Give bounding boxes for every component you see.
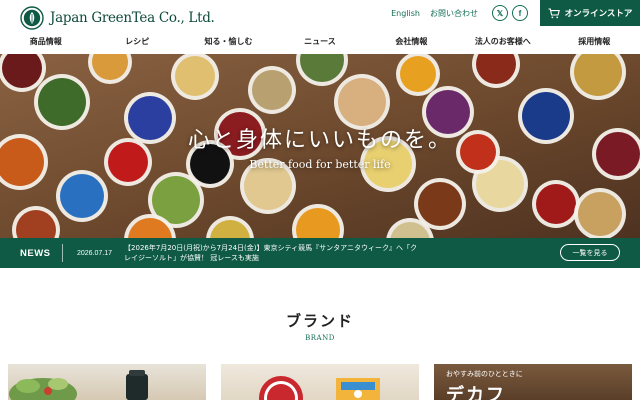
english-link[interactable]: English	[391, 9, 420, 18]
logo-emblem-icon	[20, 6, 44, 30]
brand-subtitle: BRAND	[305, 334, 335, 342]
decaf-card-title: デカフ	[446, 385, 506, 400]
cart-icon	[548, 7, 560, 18]
decaf-card-copy: おやすみ前のひとときに	[446, 370, 523, 378]
brand-section-heading: ブランド BRAND	[0, 310, 640, 342]
news-headline-link[interactable]: 【2026年7月20日(月祝)から7月24日(金)】東京シティ競馬『サンタアニタ…	[124, 243, 420, 263]
site-header: Japan GreenTea Co., Ltd. English お問い合わせ …	[0, 0, 640, 54]
salad-photo-image	[9, 370, 148, 400]
online-store-button[interactable]: オンラインストア	[540, 0, 640, 26]
brand-card-decaf[interactable]: おやすみ前のひとときに デカフ	[434, 364, 632, 400]
nav-item-news[interactable]: ニュース	[274, 32, 365, 52]
online-store-label: オンラインストア	[564, 9, 633, 19]
site-logo[interactable]: Japan GreenTea Co., Ltd.	[20, 6, 215, 30]
hero-copy: 心と身体にいいものを。 Better food for better life	[0, 122, 640, 171]
tea-cup-liquid	[38, 78, 86, 126]
nav-item-recipes[interactable]: レシピ	[91, 32, 182, 52]
news-divider	[62, 244, 63, 262]
tea-cup-liquid	[418, 182, 462, 226]
facebook-icon[interactable]: f	[512, 5, 528, 21]
tea-cup-liquid	[400, 56, 436, 92]
tea-cup-liquid	[252, 70, 292, 110]
hero-title: 心と身体にいいものを。	[187, 128, 452, 153]
tea-cup-liquid	[60, 174, 104, 218]
x-logo-icon[interactable]: 𝕏	[492, 5, 508, 21]
utility-links: English お問い合わせ 𝕏 f	[391, 5, 528, 21]
tea-cup-liquid	[175, 56, 215, 96]
pompadour-package-image	[259, 376, 380, 400]
news-bar: NEWS 2026.07.17 【2026年7月20日(月祝)から7月24日(金…	[0, 238, 640, 268]
hero-subtitle: Better food for better life	[249, 158, 391, 171]
brand-card-pompadour[interactable]	[221, 364, 419, 400]
news-date: 2026.07.17	[77, 249, 113, 257]
logo-text: Japan GreenTea Co., Ltd.	[50, 10, 215, 26]
nav-item-careers[interactable]: 採用情報	[549, 32, 640, 52]
tea-cup-liquid	[578, 192, 622, 236]
nav-item-business[interactable]: 法人のお客様へ	[457, 32, 548, 52]
brand-title: ブランド	[285, 312, 354, 330]
tea-cup-liquid	[338, 78, 386, 126]
nav-item-company[interactable]: 会社情報	[366, 32, 457, 52]
brand-card-salad[interactable]	[8, 364, 206, 400]
hero-banner: 心と身体にいいものを。 Better food for better life	[0, 54, 640, 238]
nav-item-learn-enjoy[interactable]: 知る・愉しむ	[183, 32, 274, 52]
news-list-button[interactable]: 一覧を見る	[560, 244, 620, 261]
contact-link[interactable]: お問い合わせ	[430, 8, 478, 19]
nav-item-products[interactable]: 商品情報	[0, 32, 91, 52]
global-nav: 商品情報 レシピ 知る・愉しむ ニュース 会社情報 法人のお客様へ 採用情報	[0, 32, 640, 52]
tea-cup-liquid	[536, 184, 576, 224]
news-label: NEWS	[20, 247, 51, 259]
